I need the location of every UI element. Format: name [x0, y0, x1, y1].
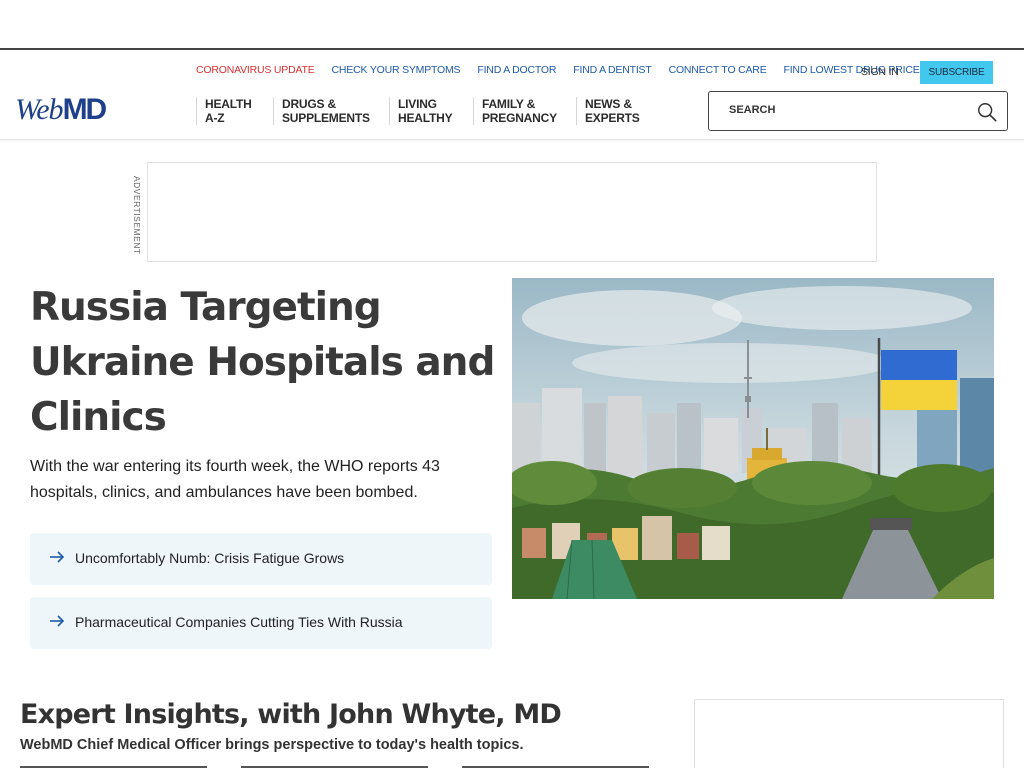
- story-headline[interactable]: Russia Targeting Ukraine Hospitals and C…: [30, 280, 500, 445]
- coronavirus-update-link[interactable]: CORONAVIRUS UPDATE: [196, 64, 315, 76]
- top-ad-strip: [0, 0, 1024, 50]
- advertisement-slot[interactable]: [147, 162, 877, 262]
- expert-insights-title[interactable]: Expert Insights, with John Whyte, MD: [20, 699, 562, 730]
- arrow-right-icon: [50, 551, 65, 563]
- related-link[interactable]: Uncomfortably Numb: Crisis Fatigue Grows: [30, 533, 492, 585]
- search-icon[interactable]: [976, 101, 998, 123]
- nav-drugs-supplements[interactable]: DRUGS & SUPPLEMENTS: [273, 97, 389, 125]
- city-skyline-illustration: [512, 278, 994, 599]
- related-link-label: Pharmaceutical Companies Cutting Ties Wi…: [75, 614, 403, 630]
- find-dentist-link[interactable]: FIND A DENTIST: [573, 64, 651, 76]
- expert-insights-subtitle: WebMD Chief Medical Officer brings persp…: [20, 737, 524, 753]
- check-symptoms-link[interactable]: CHECK YOUR SYMPTOMS: [332, 64, 461, 76]
- find-doctor-link[interactable]: FIND A DOCTOR: [477, 64, 556, 76]
- sign-in-link[interactable]: SIGN IN: [861, 66, 899, 78]
- sidebar-advertisement-slot[interactable]: [694, 699, 1004, 768]
- nav-health-a-z[interactable]: HEALTH A-Z: [196, 97, 273, 125]
- nav-living-healthy[interactable]: LIVING HEALTHY: [389, 97, 473, 125]
- main-nav: HEALTH A-Z DRUGS & SUPPLEMENTS LIVING HE…: [196, 97, 676, 125]
- subscribe-button[interactable]: SUBSCRIBE: [920, 61, 993, 84]
- related-link-label: Uncomfortably Numb: Crisis Fatigue Grows: [75, 550, 345, 566]
- related-link[interactable]: Pharmaceutical Companies Cutting Ties Wi…: [30, 597, 492, 649]
- site-header: WebMD CORONAVIRUS UPDATE CHECK YOUR SYMP…: [0, 52, 1024, 140]
- webmd-logo[interactable]: WebMD: [15, 92, 107, 128]
- advertisement-label: ADVERTISEMENT: [132, 176, 142, 255]
- arrow-right-icon: [50, 615, 65, 627]
- connect-to-care-link[interactable]: CONNECT TO CARE: [669, 64, 767, 76]
- story-dek: With the war entering its fourth week, t…: [30, 458, 440, 501]
- nav-family-pregnancy[interactable]: FAMILY & PREGNANCY: [473, 97, 576, 125]
- search-box: [708, 91, 1008, 131]
- search-input[interactable]: [729, 104, 969, 116]
- hero-image-kyiv-skyline[interactable]: [512, 278, 994, 599]
- nav-news-experts[interactable]: NEWS & EXPERTS: [576, 97, 676, 125]
- find-drug-prices-link[interactable]: FIND LOWEST DRUG PRICES: [784, 64, 927, 76]
- utility-nav: CORONAVIRUS UPDATE CHECK YOUR SYMPTOMS F…: [196, 64, 927, 76]
